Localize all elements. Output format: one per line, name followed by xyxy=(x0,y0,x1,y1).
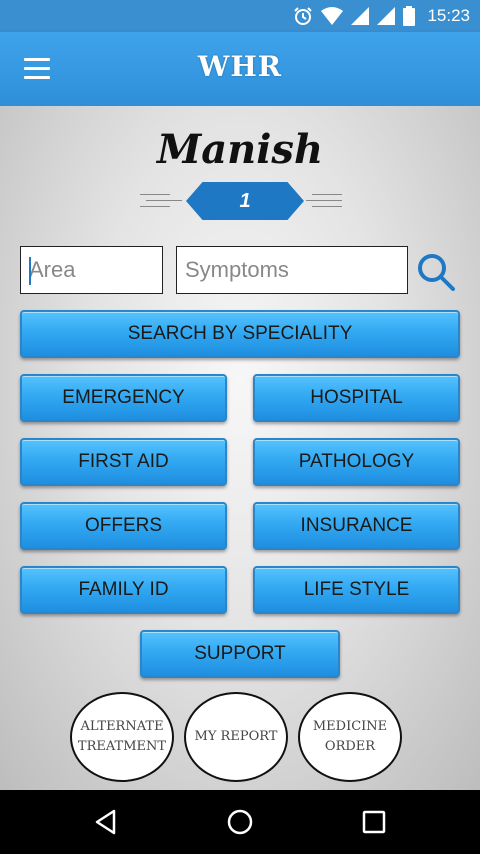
my-report-button[interactable]: MY REPORT xyxy=(184,692,288,782)
status-time: 15:23 xyxy=(427,6,470,25)
medicine-order-button[interactable]: MEDICINE ORDER xyxy=(298,692,402,782)
medicine-label-line2: ORDER xyxy=(324,739,376,754)
main-content: Manish 1 Area Symptoms SEARCH BY SPECIAL… xyxy=(0,106,480,790)
app-title: WHR xyxy=(197,50,283,83)
navigation-bar xyxy=(0,790,480,854)
app-bar: WHR xyxy=(0,32,480,106)
family-id-button[interactable]: FAMILY ID xyxy=(20,566,227,614)
level-badge: 1 xyxy=(186,182,304,220)
symptoms-placeholder: Symptoms xyxy=(185,257,289,282)
signal-icon-2 xyxy=(377,7,396,25)
back-icon[interactable] xyxy=(92,808,120,836)
search-by-speciality-button[interactable]: SEARCH BY SPECIALITY xyxy=(20,310,460,358)
alternate-label-line1: ALTERNATE xyxy=(80,719,164,734)
battery-icon xyxy=(403,6,416,26)
level-indicator: 1 xyxy=(138,182,348,220)
user-name: Manish xyxy=(156,126,324,173)
my-report-label: MY REPORT xyxy=(194,729,278,744)
hospital-button[interactable]: HOSPITAL xyxy=(253,374,460,422)
alternate-label-line2: TREATMENT xyxy=(77,739,167,754)
pathology-button[interactable]: PATHOLOGY xyxy=(253,438,460,486)
emergency-button[interactable]: EMERGENCY xyxy=(20,374,227,422)
search-icon[interactable] xyxy=(416,252,456,292)
text-cursor xyxy=(29,257,31,285)
support-button[interactable]: SUPPORT xyxy=(140,630,340,678)
area-placeholder: Area xyxy=(29,257,76,282)
wifi-icon xyxy=(321,7,344,25)
first-aid-button[interactable]: FIRST AID xyxy=(20,438,227,486)
recents-icon[interactable] xyxy=(360,808,388,836)
alarm-icon xyxy=(294,7,313,25)
status-bar: 15:23 xyxy=(0,0,480,32)
life-style-button[interactable]: LIFE STYLE xyxy=(253,566,460,614)
symptoms-input[interactable]: Symptoms xyxy=(176,246,408,294)
insurance-button[interactable]: INSURANCE xyxy=(253,502,460,550)
home-icon[interactable] xyxy=(226,808,254,836)
alternate-treatment-button[interactable]: ALTERNATE TREATMENT xyxy=(70,692,174,782)
medicine-label-line1: MEDICINE xyxy=(312,719,388,734)
signal-icon xyxy=(351,7,370,25)
offers-button[interactable]: OFFERS xyxy=(20,502,227,550)
area-input[interactable]: Area xyxy=(20,246,163,294)
